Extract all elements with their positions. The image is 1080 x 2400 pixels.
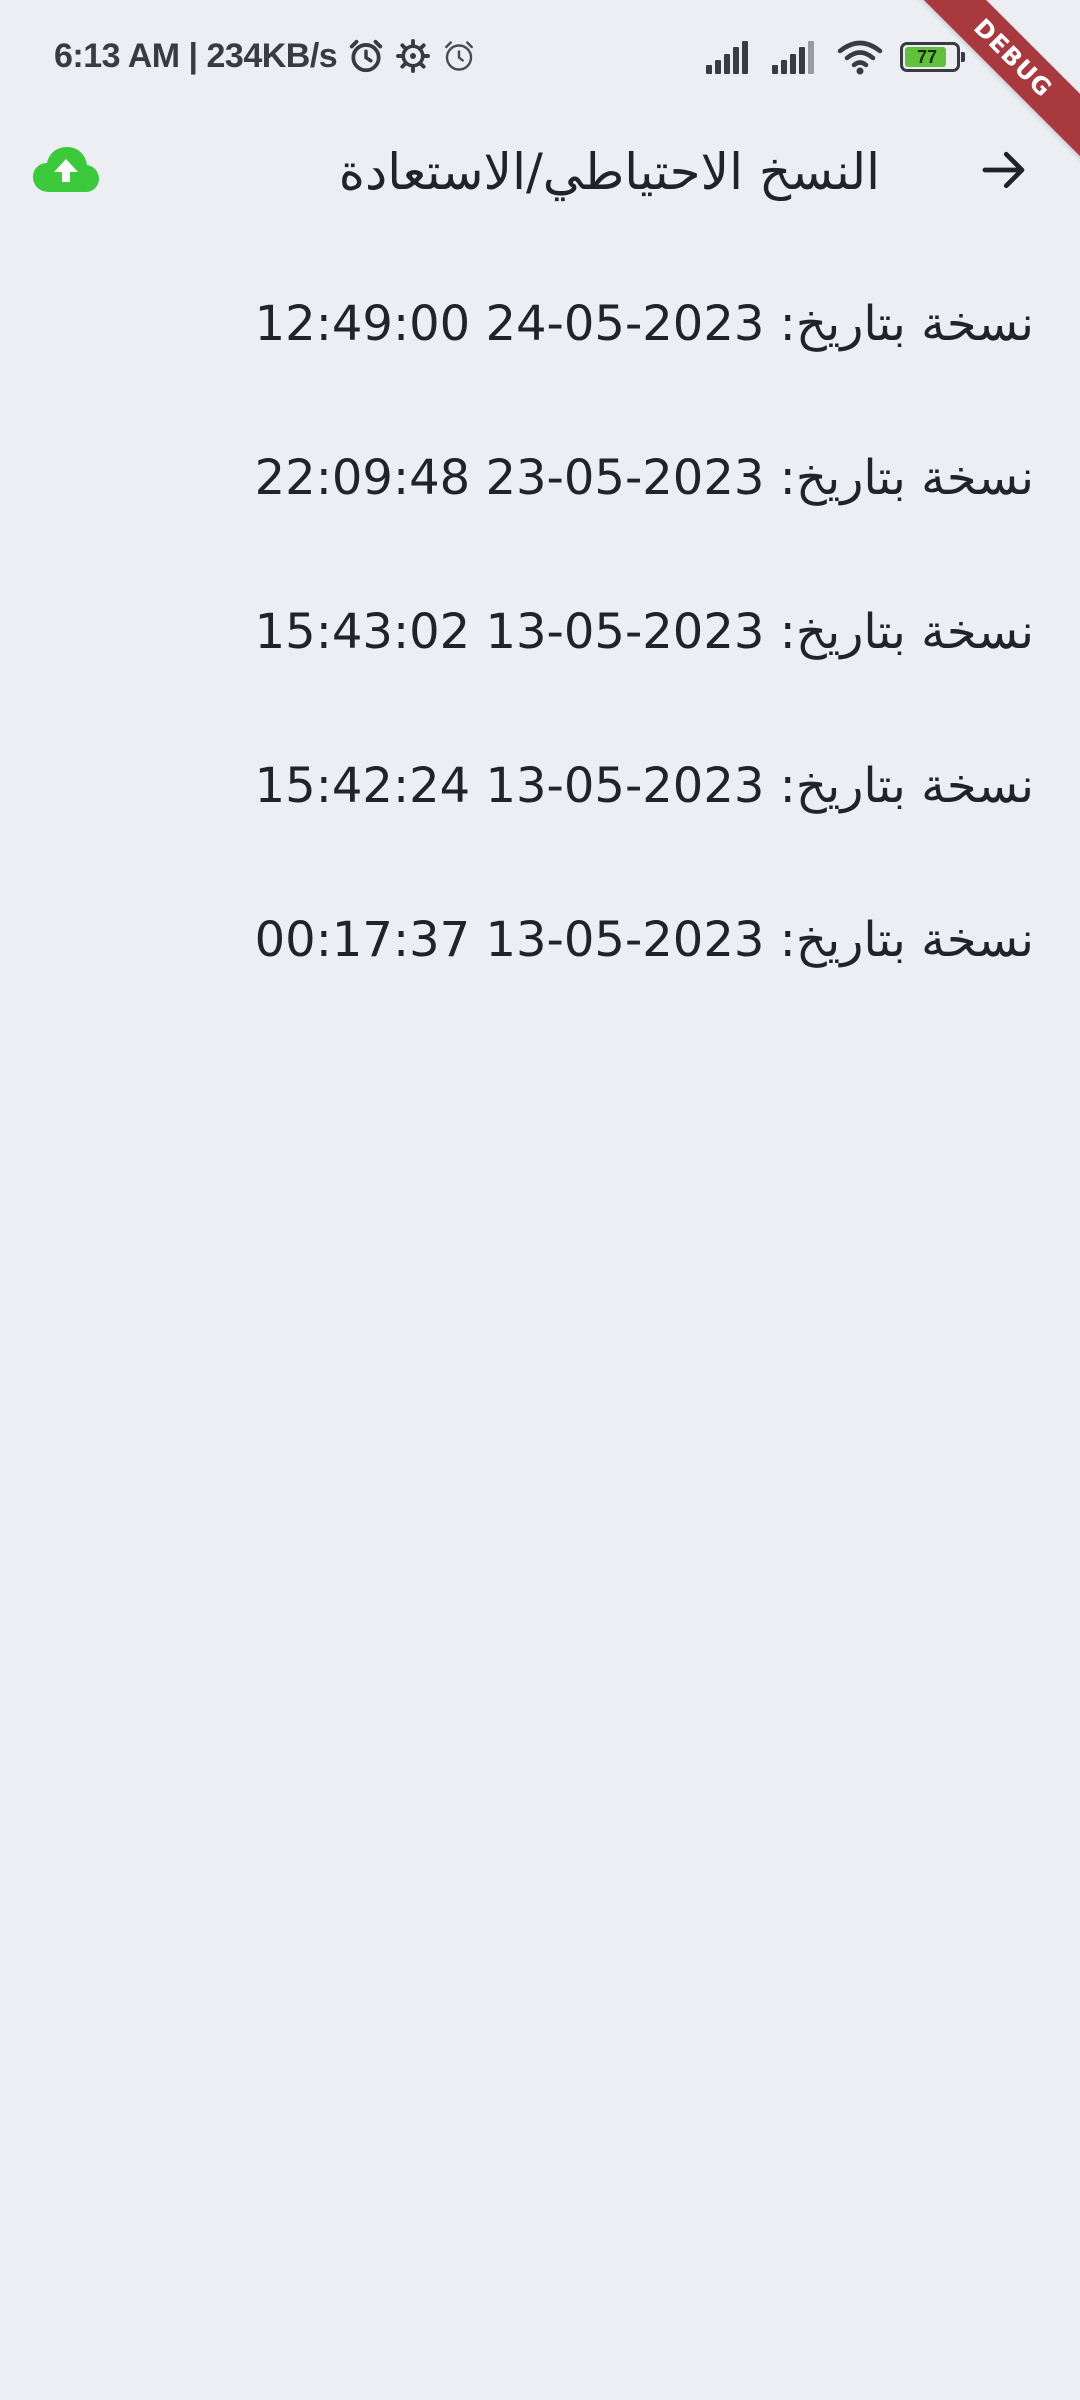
status-right: 77 bbox=[704, 34, 965, 80]
wifi-icon bbox=[836, 38, 884, 76]
battery-cap bbox=[961, 52, 965, 62]
battery-level: 77 bbox=[916, 46, 938, 67]
status-left: 6:13 AM | 234KB/s bbox=[54, 30, 477, 82]
battery-icon: 77 bbox=[900, 42, 965, 72]
signal-icon bbox=[770, 39, 820, 75]
backup-label: نسخة بتاريخ: 2023-05-13 00:17:37 bbox=[254, 912, 1034, 968]
backup-item[interactable]: نسخة بتاريخ: 2023-05-13 15:42:24 bbox=[0, 730, 1080, 884]
backup-label: نسخة بتاريخ: 2023-05-23 22:09:48 bbox=[254, 450, 1034, 506]
alarm-icon bbox=[347, 37, 385, 75]
page-title: النسخ الاحتياطي/الاستعادة bbox=[338, 143, 880, 201]
backup-label: نسخة بتاريخ: 2023-05-24 12:49:00 bbox=[254, 296, 1034, 352]
backup-item[interactable]: نسخة بتاريخ: 2023-05-13 00:17:37 bbox=[0, 884, 1080, 1038]
backup-item[interactable]: نسخة بتاريخ: 2023-05-13 15:43:02 bbox=[0, 576, 1080, 730]
status-bar: 6:13 AM | 234KB/s 77 DEBUG bbox=[0, 0, 1080, 162]
gear-icon bbox=[395, 38, 431, 74]
backup-label: نسخة بتاريخ: 2023-05-13 15:43:02 bbox=[254, 604, 1034, 660]
back-button[interactable] bbox=[968, 136, 1040, 208]
signal-icon bbox=[704, 39, 754, 75]
cloud-upload-icon bbox=[32, 146, 100, 198]
upload-button[interactable] bbox=[28, 140, 104, 204]
alarm-outline-icon bbox=[441, 38, 477, 74]
backup-item[interactable]: نسخة بتاريخ: 2023-05-23 22:09:48 bbox=[0, 422, 1080, 576]
backup-item[interactable]: نسخة بتاريخ: 2023-05-24 12:49:00 bbox=[0, 268, 1080, 422]
status-time: 6:13 AM | 234KB/s bbox=[54, 36, 338, 75]
backup-label: نسخة بتاريخ: 2023-05-13 15:42:24 bbox=[254, 758, 1034, 814]
arrow-right-icon bbox=[977, 143, 1031, 201]
app-bar: النسخ الاحتياطي/الاستعادة bbox=[0, 112, 1080, 232]
backup-list: نسخة بتاريخ: 2023-05-24 12:49:00 نسخة بت… bbox=[0, 268, 1080, 1038]
screen: 6:13 AM | 234KB/s 77 DEBUG النسخ الاحتيا… bbox=[0, 0, 1080, 2400]
